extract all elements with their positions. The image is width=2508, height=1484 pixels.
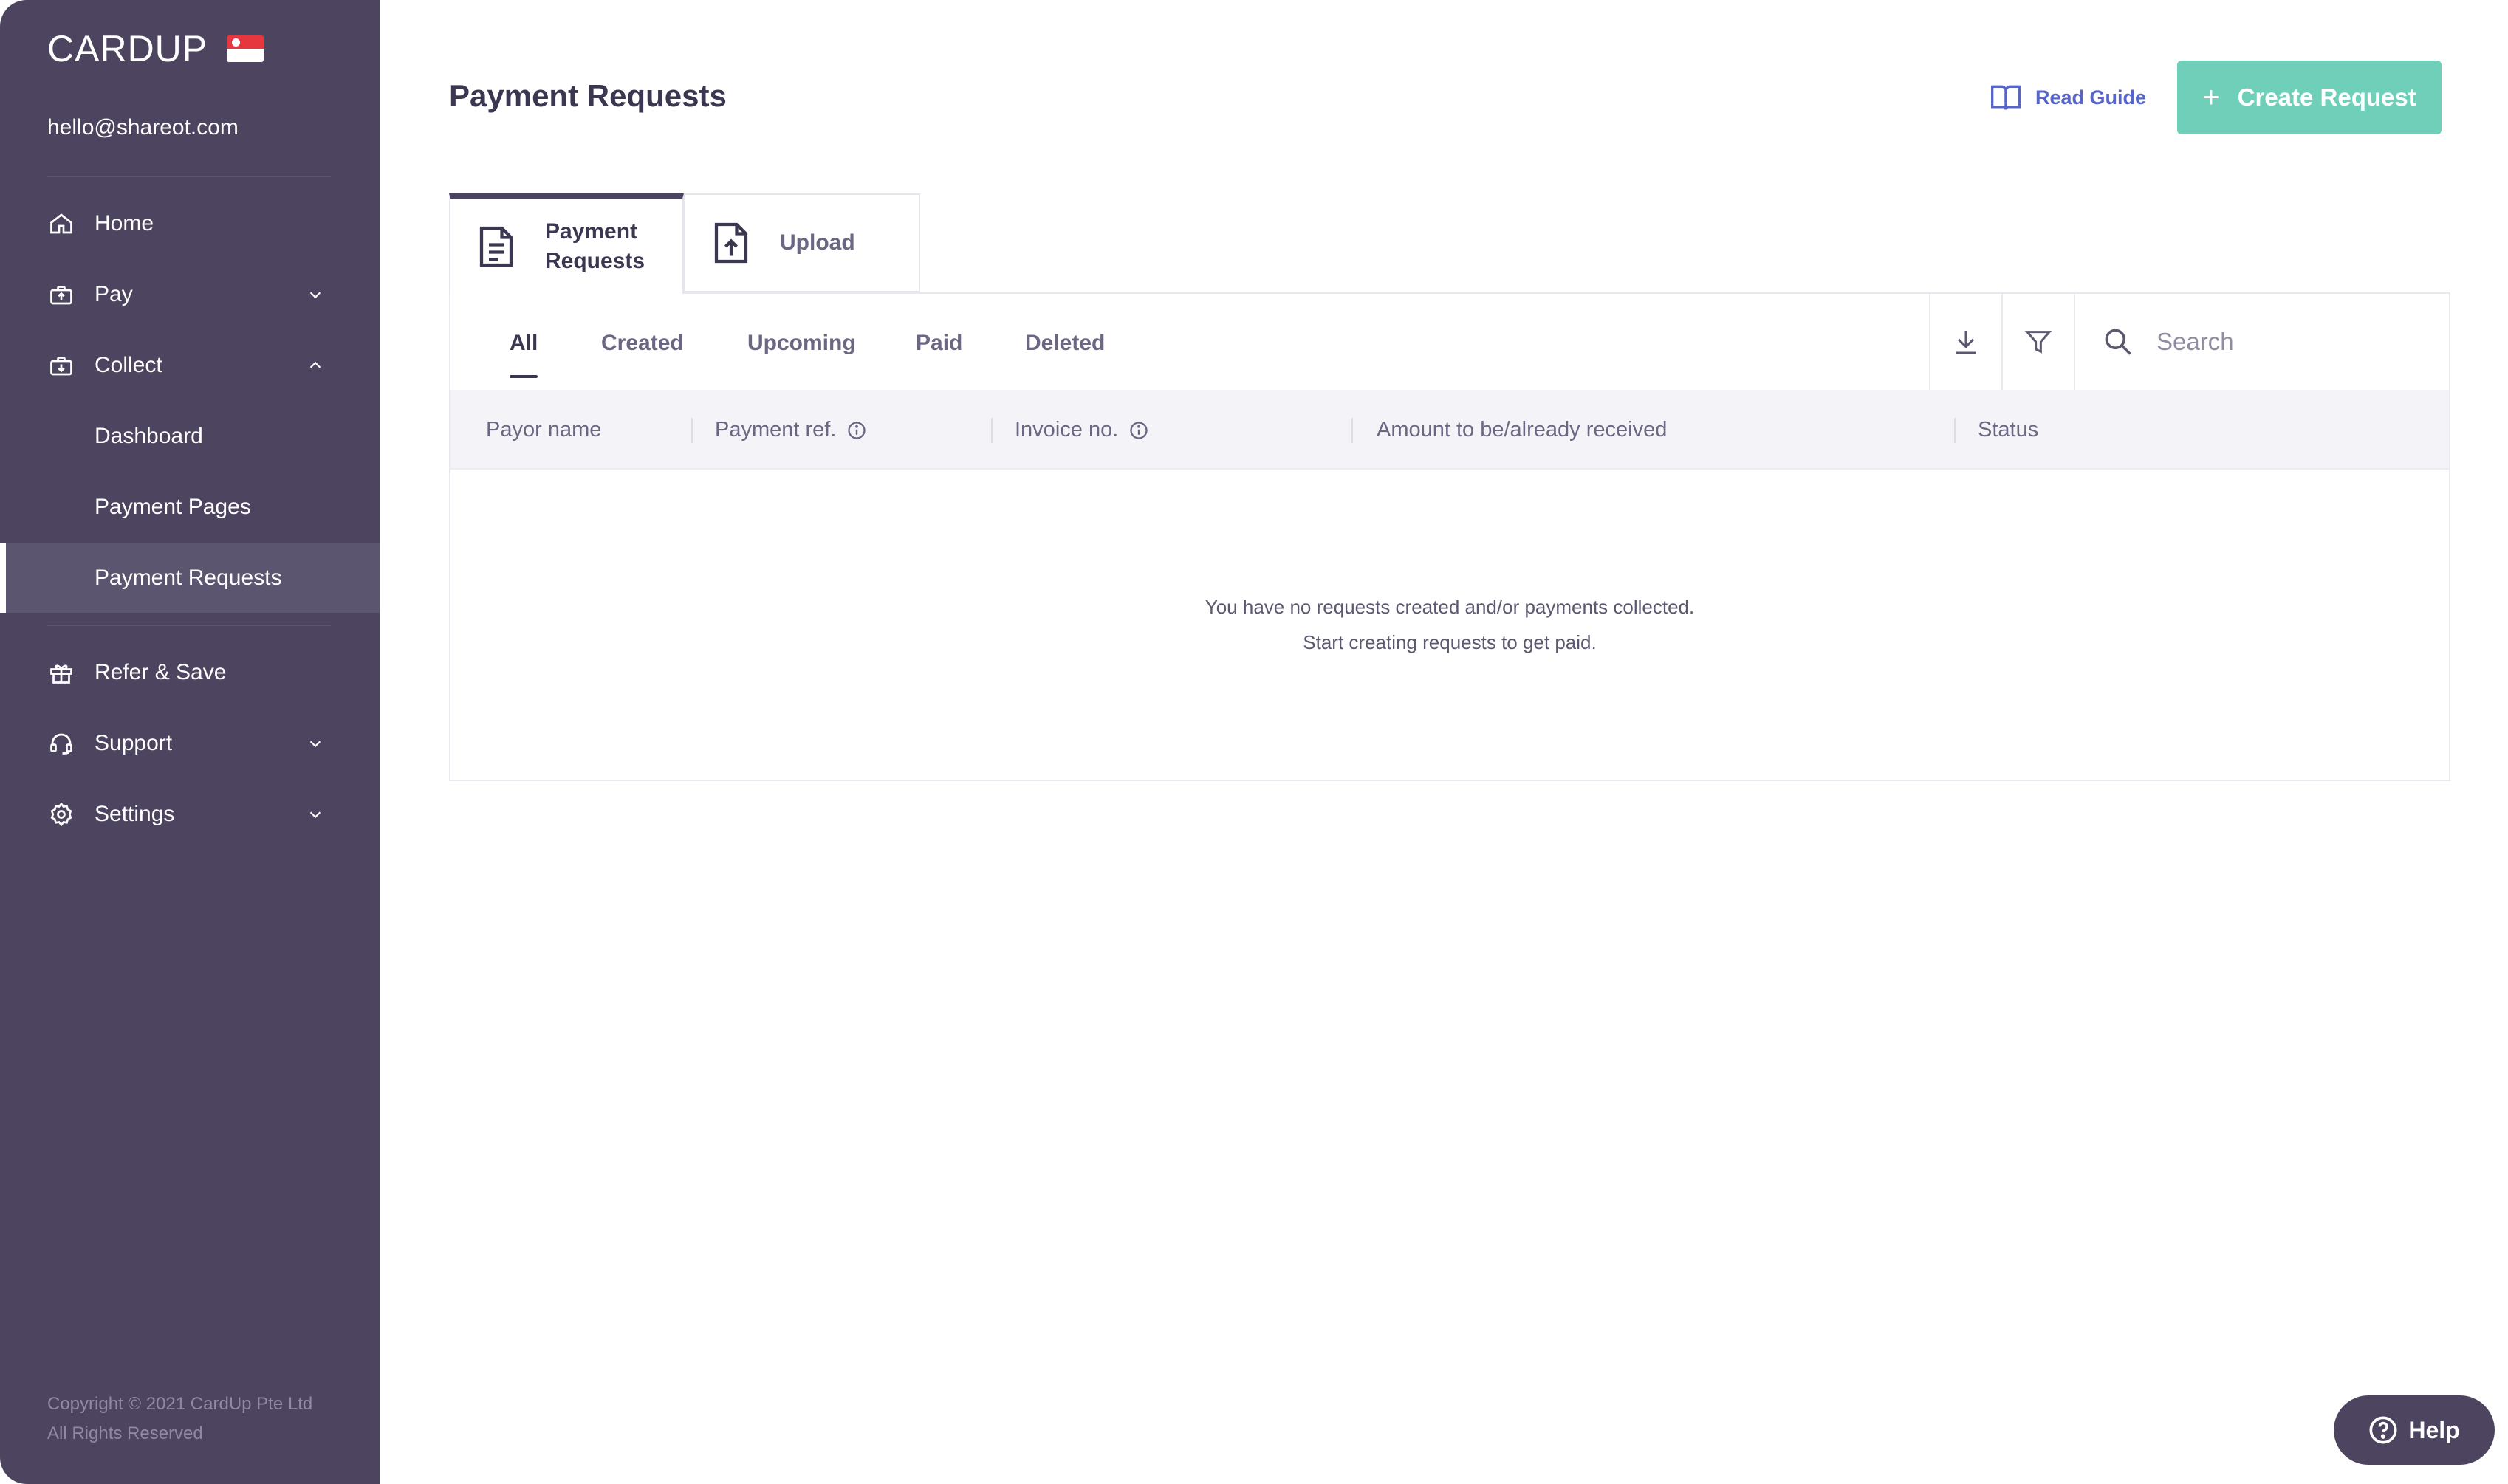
copyright-line: Copyright © 2021 CardUp Pte Ltd: [47, 1394, 313, 1414]
table-header: Payor name Payment ref. Invoice no. Amou…: [450, 390, 2449, 470]
document-icon: [477, 223, 518, 270]
create-request-button[interactable]: + Create Request: [2177, 61, 2442, 134]
sidebar-item-label: Payment Pages: [95, 495, 251, 519]
pay-icon: [46, 279, 77, 310]
info-icon[interactable]: [1128, 420, 1149, 441]
chevron-down-icon: [304, 803, 326, 825]
sidebar-divider: [47, 625, 331, 626]
tab-label-line: Payment: [545, 219, 638, 244]
sidebar-item-home[interactable]: Home: [0, 189, 380, 258]
book-icon: [1990, 81, 2022, 114]
cardup-logo[interactable]: CARDUP: [47, 28, 264, 69]
upload-file-icon: [712, 219, 753, 267]
column-header-status[interactable]: Status: [1978, 418, 2038, 442]
singapore-flag-icon: [227, 35, 264, 62]
sidebar-item-payment-pages[interactable]: Payment Pages: [0, 473, 380, 542]
sidebar-item-dashboard[interactable]: Dashboard: [0, 402, 380, 471]
column-label: Payment ref.: [715, 418, 837, 442]
sidebar-item-refer-save[interactable]: Refer & Save: [0, 638, 380, 707]
sidebar-item-label: Refer & Save: [95, 660, 227, 684]
read-guide-label: Read Guide: [2035, 86, 2147, 109]
column-divider: [1954, 418, 1956, 443]
search-icon: [2105, 329, 2131, 355]
user-email: hello@shareot.com: [47, 115, 239, 140]
filter-bar: All Created Upcoming Paid Deleted: [450, 294, 2449, 390]
tab-upload[interactable]: Upload: [684, 193, 920, 292]
sidebar-item-label: Collect: [95, 353, 162, 377]
tab-label-line: Requests: [545, 248, 645, 273]
sidebar-item-label: Payment Requests: [95, 566, 282, 590]
filter-all[interactable]: All: [510, 331, 538, 378]
sidebar-item-payment-requests[interactable]: Payment Requests: [0, 543, 380, 613]
headset-icon: [46, 728, 77, 759]
column-label: Payor name: [486, 418, 602, 442]
plus-icon: +: [2202, 80, 2220, 114]
gear-icon: [46, 799, 77, 830]
tab-label: Payment Requests: [545, 217, 645, 276]
filter-icon: [2024, 331, 2052, 354]
collect-icon: [46, 350, 77, 381]
create-request-label: Create Request: [2237, 83, 2416, 111]
help-label: Help: [2408, 1416, 2460, 1443]
filter-paid[interactable]: Paid: [916, 331, 962, 356]
column-divider: [991, 418, 993, 443]
chevron-up-icon: [304, 354, 326, 377]
column-divider: [1351, 418, 1353, 443]
column-header-invoice-no[interactable]: Invoice no.: [1015, 418, 1149, 442]
sidebar-item-label: Support: [95, 731, 173, 755]
sidebar-item-label: Settings: [95, 802, 175, 826]
search-container: [2074, 294, 2450, 390]
sidebar-item-label: Pay: [95, 282, 133, 306]
filter-deleted[interactable]: Deleted: [1025, 331, 1105, 356]
column-label: Status: [1978, 418, 2039, 442]
column-label: Amount to be/already received: [1377, 418, 1668, 442]
tab-payment-requests[interactable]: Payment Requests: [449, 193, 684, 294]
copyright: Copyright © 2021 CardUp Pte Ltd All Righ…: [47, 1389, 312, 1449]
question-circle-icon: [2369, 1416, 2397, 1444]
filter-created[interactable]: Created: [601, 331, 684, 356]
column-header-amount[interactable]: Amount to be/already received: [1377, 418, 1667, 442]
sidebar-item-settings[interactable]: Settings: [0, 780, 380, 849]
download-button[interactable]: [1929, 294, 2001, 390]
empty-state: You have no requests created and/or paym…: [450, 589, 2449, 660]
chevron-down-icon: [304, 284, 326, 306]
column-header-payment-ref[interactable]: Payment ref.: [715, 418, 867, 442]
copyright-line: All Rights Reserved: [47, 1423, 203, 1443]
sidebar-item-collect[interactable]: Collect: [0, 331, 380, 400]
sidebar-item-label: Dashboard: [95, 424, 203, 448]
tab-label: Upload: [780, 230, 855, 255]
column-divider: [691, 418, 693, 443]
empty-state-line: Start creating requests to get paid.: [1303, 631, 1597, 653]
column-label: Invoice no.: [1015, 418, 1119, 442]
filter-upcoming[interactable]: Upcoming: [747, 331, 856, 356]
info-icon[interactable]: [846, 420, 867, 441]
help-button[interactable]: Help: [2334, 1395, 2495, 1465]
requests-panel: All Created Upcoming Paid Deleted Payor …: [449, 292, 2450, 781]
home-icon: [46, 208, 77, 239]
logo-text: CARDUP: [47, 28, 208, 69]
filter-button[interactable]: [2001, 294, 2074, 390]
page-title: Payment Requests: [449, 78, 727, 113]
empty-state-line: You have no requests created and/or paym…: [1205, 596, 1695, 618]
gift-icon: [46, 657, 77, 688]
read-guide-link[interactable]: Read Guide: [1990, 81, 2146, 114]
sidebar-item-support[interactable]: Support: [0, 709, 380, 778]
sidebar-divider: [47, 176, 331, 177]
search-input[interactable]: [2156, 320, 2422, 364]
download-icon: [1956, 331, 1976, 354]
sidebar: CARDUP hello@shareot.com Home Pay Collec…: [0, 0, 380, 1484]
column-header-payor-name[interactable]: Payor name: [486, 418, 601, 442]
sidebar-item-label: Home: [95, 211, 154, 236]
sidebar-item-pay[interactable]: Pay: [0, 260, 380, 329]
chevron-down-icon: [304, 732, 326, 755]
